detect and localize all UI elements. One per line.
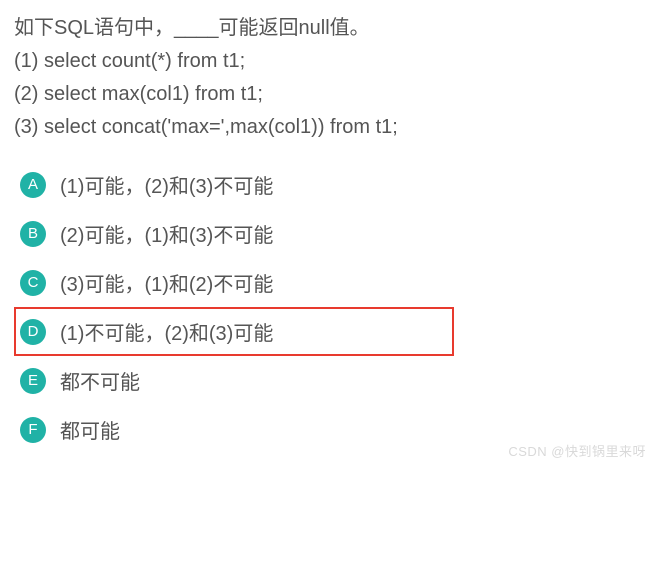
- question-block: 如下SQL语句中，____可能返回null值。 (1) select count…: [14, 12, 644, 144]
- option-c[interactable]: C (3)可能，(1)和(2)不可能: [14, 258, 644, 307]
- option-a[interactable]: A (1)可能，(2)和(3)不可能: [14, 160, 644, 209]
- option-b[interactable]: B (2)可能，(1)和(3)不可能: [14, 209, 644, 258]
- option-text-c: (3)可能，(1)和(2)不可能: [60, 268, 273, 297]
- option-bullet-d: D: [20, 319, 46, 345]
- option-text-f: 都可能: [60, 415, 120, 444]
- option-text-a: (1)可能，(2)和(3)不可能: [60, 170, 273, 199]
- option-bullet-f: F: [20, 417, 46, 443]
- watermark: CSDN @快到锅里来呀: [508, 441, 646, 460]
- question-line-1: 如下SQL语句中，____可能返回null值。: [14, 12, 644, 45]
- option-e[interactable]: E 都不可能: [14, 356, 644, 405]
- option-bullet-c: C: [20, 270, 46, 296]
- option-text-e: 都不可能: [60, 366, 140, 395]
- option-bullet-e: E: [20, 368, 46, 394]
- option-d[interactable]: D (1)不可能，(2)和(3)可能: [14, 307, 454, 356]
- option-bullet-b: B: [20, 221, 46, 247]
- option-bullet-a: A: [20, 172, 46, 198]
- question-line-3: (2) select max(col1) from t1;: [14, 78, 644, 111]
- question-line-2: (1) select count(*) from t1;: [14, 45, 644, 78]
- question-line-4: (3) select concat('max=',max(col1)) from…: [14, 111, 644, 144]
- option-text-b: (2)可能，(1)和(3)不可能: [60, 219, 273, 248]
- option-text-d: (1)不可能，(2)和(3)可能: [60, 317, 273, 346]
- options-list: A (1)可能，(2)和(3)不可能 B (2)可能，(1)和(3)不可能 C …: [14, 160, 644, 454]
